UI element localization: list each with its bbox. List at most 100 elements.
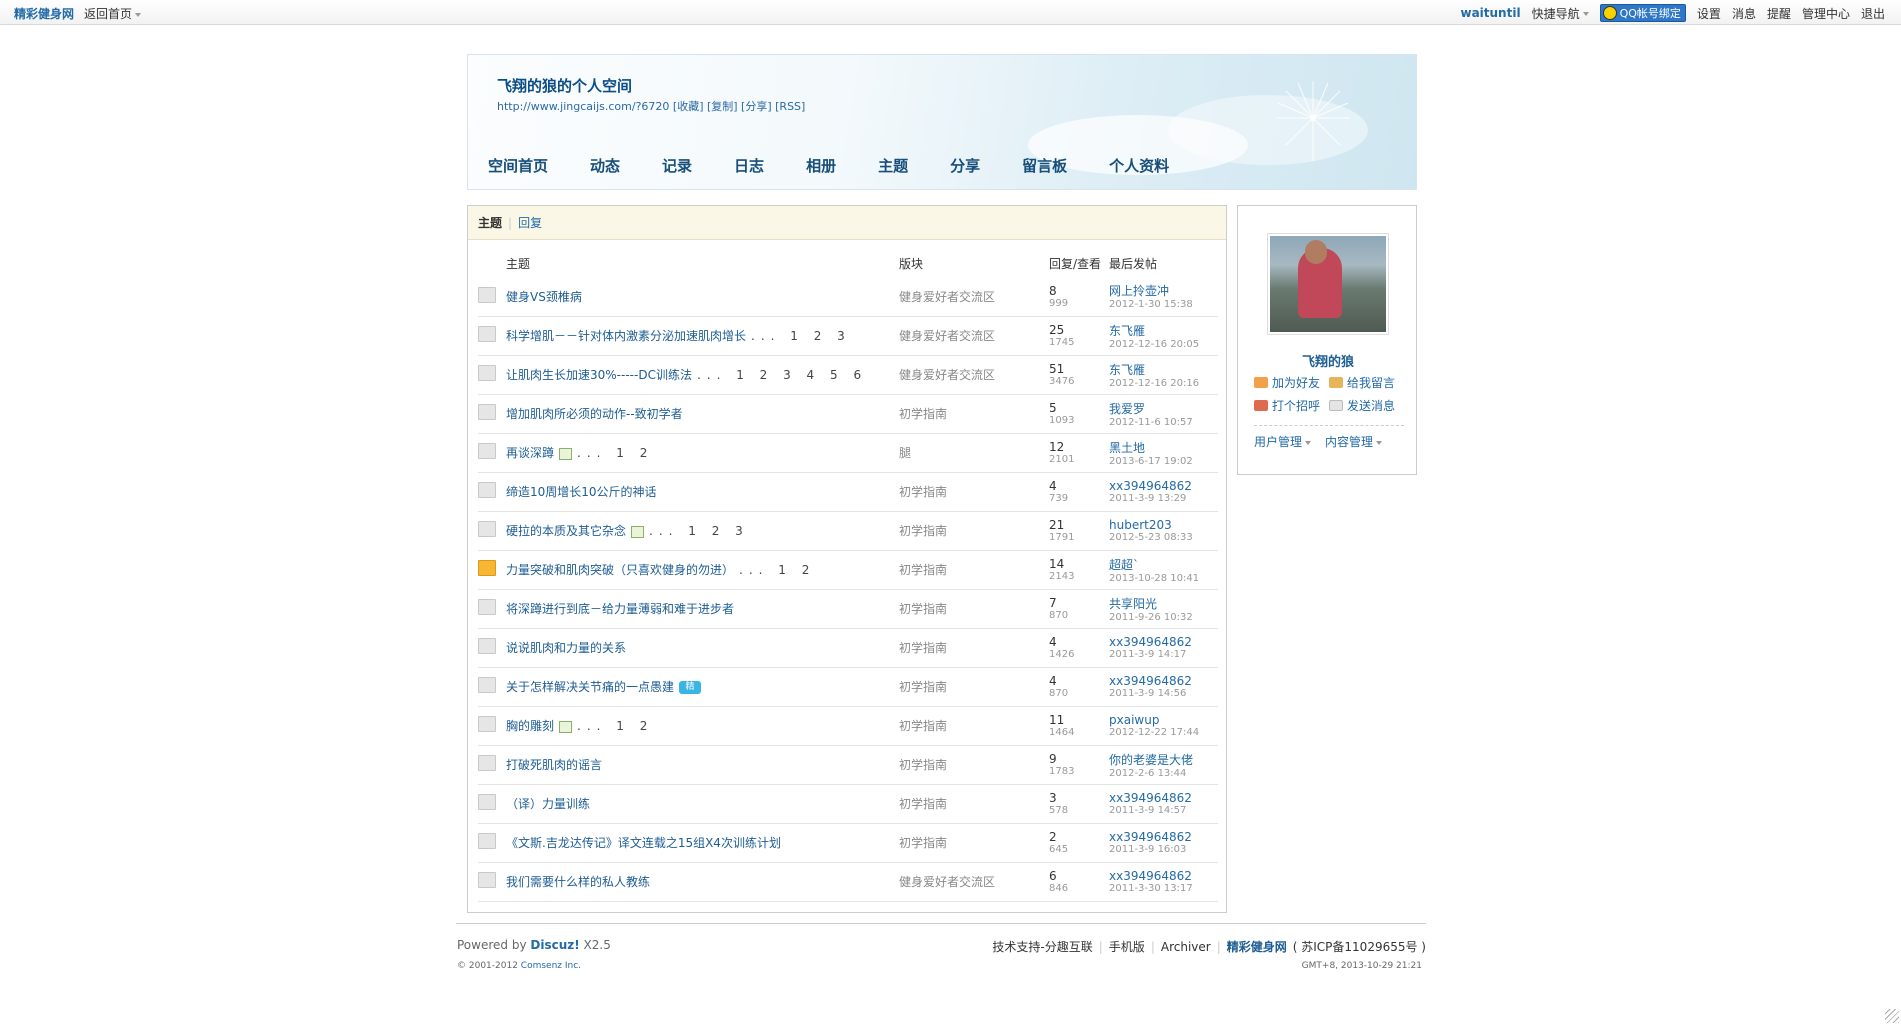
thread-title-link[interactable]: 再谈深蹲 (506, 446, 554, 460)
avatar[interactable] (1267, 233, 1389, 335)
discuz-link[interactable]: Discuz! (530, 938, 579, 952)
nav-profile[interactable]: 个人资料 (1109, 155, 1169, 176)
thread-title-link[interactable]: 让肌肉生长加速30%-----DC训练法 (506, 368, 692, 382)
nav-blog[interactable]: 日志 (734, 155, 764, 176)
forum-name[interactable]: 健身爱好者交流区 (899, 290, 995, 304)
forum-name[interactable]: 初学指南 (899, 680, 947, 694)
nav-guestbook[interactable]: 留言板 (1022, 155, 1067, 176)
lastpost-user-link[interactable]: 东飞雁 (1109, 322, 1218, 339)
site-home-link[interactable]: 精彩健身网 (14, 5, 74, 22)
profile-username[interactable]: 飞翔的狼 (1238, 351, 1418, 370)
thread-pages[interactable]: ... 1 2 3 4 5 6 (697, 368, 867, 382)
thread-title-link[interactable]: 胸的雕刻 (506, 719, 554, 733)
resize-grip-icon[interactable] (1885, 1009, 1899, 1023)
forum-name[interactable]: 初学指南 (899, 641, 947, 655)
send-message-button[interactable]: 发送消息 (1329, 397, 1404, 414)
forum-name[interactable]: 初学指南 (899, 797, 947, 811)
admin-center-link[interactable]: 管理中心 (1802, 5, 1850, 22)
tab-replies[interactable]: 回复 (518, 214, 542, 231)
lastpost-user-link[interactable]: 超超` (1109, 556, 1218, 573)
profile-sidebar: 飞翔的狼 加为好友 给我留言 打个招呼 发送消息 用户管理 内容管理 (1237, 205, 1417, 475)
forum-name[interactable]: 初学指南 (899, 602, 947, 616)
thread-title-link[interactable]: 我们需要什么样的私人教练 (506, 875, 650, 889)
thread-title-link[interactable]: 力量突破和肌肉突破（只喜欢健身的勿进） (506, 563, 734, 577)
thread-title-link[interactable]: 将深蹲进行到底－给力量薄弱和难于进步者 (506, 602, 734, 616)
tab-threads[interactable]: 主题 (478, 214, 502, 231)
lastpost-user-link[interactable]: 共享阳光 (1109, 595, 1218, 612)
thread-title-link[interactable]: 健身VS颈椎病 (506, 290, 582, 304)
lastpost-user-link[interactable]: xx394964862 (1109, 830, 1218, 844)
logout-link[interactable]: 退出 (1861, 5, 1885, 22)
view-count: 1464 (1049, 727, 1075, 738)
notifications-link[interactable]: 提醒 (1767, 5, 1791, 22)
lastpost-user-link[interactable]: 东飞雁 (1109, 361, 1218, 378)
nav-records[interactable]: 记录 (662, 155, 692, 176)
chevron-down-icon (1305, 440, 1312, 445)
lastpost-user-link[interactable]: pxaiwup (1109, 713, 1218, 727)
thread-title-link[interactable]: 《文斯.吉龙达传记》译文连载之15组X4次训练计划 (506, 836, 781, 850)
user-management-menu[interactable]: 用户管理 (1254, 433, 1312, 450)
add-friend-button[interactable]: 加为好友 (1254, 374, 1329, 391)
image-attachment-icon (559, 720, 573, 733)
thread-title-link[interactable]: 硬拉的本质及其它杂念 (506, 524, 626, 538)
quick-nav-menu[interactable]: 快捷导航 (1532, 5, 1589, 22)
lastpost-user-link[interactable]: 我爱罗 (1109, 400, 1218, 417)
thread-pages[interactable]: ... 1 2 3 (649, 524, 749, 538)
reply-count: 11 (1049, 713, 1065, 727)
footer-archiver-link[interactable]: Archiver (1161, 940, 1211, 954)
footer-links: 技术支持-分趣互联 | 手机版 | Archiver | 精彩健身网 ( 苏IC… (992, 938, 1426, 955)
content-management-menu[interactable]: 内容管理 (1325, 433, 1383, 450)
footer-site-link[interactable]: 精彩健身网 (1227, 938, 1287, 955)
thread-title-link[interactable]: 科学增肌－－针对体内激素分泌加速肌肉增长 (506, 329, 746, 343)
settings-link[interactable]: 设置 (1697, 5, 1721, 22)
space-url[interactable]: http://www.jingcaijs.com/?6720 [收藏] [复制]… (497, 98, 805, 114)
comsenz-link[interactable]: Comsenz Inc. (521, 961, 581, 971)
current-user-link[interactable]: waituntil (1460, 6, 1520, 20)
back-home-link[interactable]: 返回首页 (84, 5, 142, 22)
thread-title-link[interactable]: 增加肌肉所必须的动作--致初学者 (506, 407, 683, 421)
thread-title-link[interactable]: 关于怎样解决关节痛的一点愚建 (506, 680, 674, 694)
forum-name[interactable]: 初学指南 (899, 719, 947, 733)
forum-name[interactable]: 健身爱好者交流区 (899, 875, 995, 889)
thread-title-link[interactable]: 缔造10周增长10公斤的神话 (506, 485, 657, 499)
forum-name[interactable]: 初学指南 (899, 524, 947, 538)
nav-space-home[interactable]: 空间首页 (488, 155, 548, 176)
messages-link[interactable]: 消息 (1732, 5, 1756, 22)
folder-icon (478, 794, 496, 810)
nav-feed[interactable]: 动态 (590, 155, 620, 176)
forum-name[interactable]: 健身爱好者交流区 (899, 368, 995, 382)
forum-name[interactable]: 初学指南 (899, 563, 947, 577)
nav-threads[interactable]: 主题 (878, 155, 908, 176)
lastpost-user-link[interactable]: xx394964862 (1109, 674, 1218, 688)
thread-pages[interactable]: ... 1 2 (577, 446, 653, 460)
forum-name[interactable]: 初学指南 (899, 758, 947, 772)
forum-name[interactable]: 健身爱好者交流区 (899, 329, 995, 343)
forum-name[interactable]: 初学指南 (899, 407, 947, 421)
footer-mobile-link[interactable]: 手机版 (1109, 938, 1145, 955)
lastpost-user-link[interactable]: 你的老婆是大佬 (1109, 751, 1218, 768)
forum-name[interactable]: 初学指南 (899, 836, 947, 850)
thread-title-link[interactable]: 说说肌肉和力量的关系 (506, 641, 626, 655)
lastpost-user-link[interactable]: xx394964862 (1109, 635, 1218, 649)
forum-name[interactable]: 腿 (899, 446, 911, 460)
forum-name[interactable]: 初学指南 (899, 485, 947, 499)
row-subject-cell: 健身VS颈椎病 (506, 277, 899, 317)
nav-share[interactable]: 分享 (950, 155, 980, 176)
poke-button[interactable]: 打个招呼 (1254, 397, 1329, 414)
leave-message-button[interactable]: 给我留言 (1329, 374, 1404, 391)
lastpost-user-link[interactable]: 网上拎壶冲 (1109, 282, 1218, 299)
lastpost-user-link[interactable]: xx394964862 (1109, 869, 1218, 883)
nav-album[interactable]: 相册 (806, 155, 836, 176)
lastpost-user-link[interactable]: xx394964862 (1109, 791, 1218, 805)
qq-bind-button[interactable]: QQ帐号绑定 (1599, 4, 1686, 22)
thread-pages[interactable]: ... 1 2 (739, 563, 815, 577)
footer-icp-link[interactable]: ( 苏ICP备11029655号 ) (1293, 938, 1426, 955)
thread-pages[interactable]: ... 1 2 (577, 719, 653, 733)
thread-pages[interactable]: ... 1 2 3 (751, 329, 851, 343)
thread-title-link[interactable]: 打破死肌肉的谣言 (506, 758, 602, 772)
thread-title-link[interactable]: （译）力量训练 (506, 797, 590, 811)
footer-tech-support-link[interactable]: 技术支持-分趣互联 (992, 938, 1092, 955)
lastpost-user-link[interactable]: xx394964862 (1109, 479, 1218, 493)
lastpost-user-link[interactable]: 黑土地 (1109, 439, 1218, 456)
lastpost-user-link[interactable]: hubert203 (1109, 518, 1218, 532)
